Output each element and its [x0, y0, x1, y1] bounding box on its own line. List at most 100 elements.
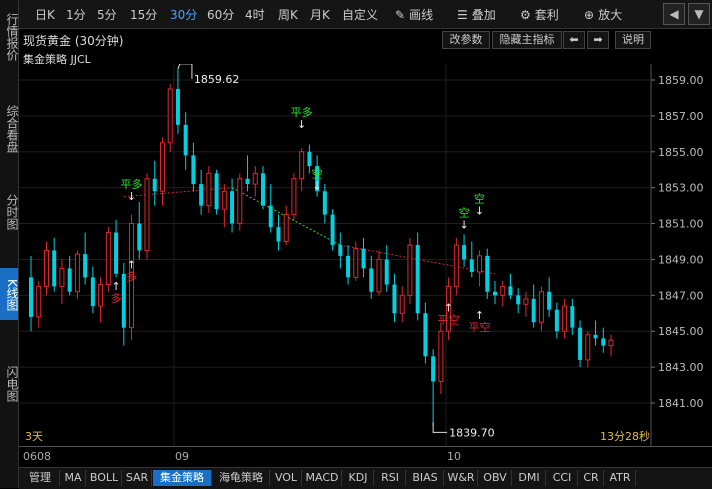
- gear-icon: ⚙: [520, 8, 531, 22]
- modify-params-button[interactable]: 改参数: [442, 31, 490, 49]
- candle-body: [74, 253, 80, 293]
- high-pointer: [177, 64, 193, 79]
- candle-body: [144, 178, 150, 251]
- candle-body: [547, 291, 552, 310]
- candle-body: [601, 338, 606, 346]
- arrow-down-icon: ↓: [459, 219, 468, 232]
- indicator-tab-0[interactable]: 管理: [21, 470, 60, 486]
- low-label: 1839.70: [449, 426, 495, 439]
- sidebar-tab-overview[interactable]: 综合看盘: [0, 98, 19, 160]
- candle-body: [531, 298, 536, 323]
- indicator-tab-6[interactable]: VOL: [271, 470, 302, 486]
- candle-body: [608, 339, 614, 347]
- indicator-tab-12[interactable]: OBV: [479, 470, 512, 486]
- low-pointer: [432, 422, 448, 433]
- days-label: 3天: [25, 430, 43, 443]
- indicator-tab-15[interactable]: CR: [579, 470, 604, 486]
- chevron-down-icon[interactable]: ▼: [688, 3, 710, 25]
- candlestick-chart[interactable]: 1859.00 1857.00 1855.00 1853.00 1851.00 1849.…: [19, 64, 712, 446]
- indicator-tab-9[interactable]: RSI: [375, 470, 406, 486]
- period-60min[interactable]: 60分: [207, 6, 234, 23]
- indicator-tab-16[interactable]: ATR: [605, 470, 636, 486]
- candle-body: [392, 284, 397, 314]
- sidebar-tab-kline[interactable]: K线图: [0, 268, 19, 320]
- indicator-tab-14[interactable]: CCI: [547, 470, 578, 486]
- candle-body: [578, 327, 583, 360]
- x-label-09: 09: [175, 450, 189, 463]
- candle-body: [214, 173, 219, 210]
- period-4h[interactable]: 4时: [245, 6, 265, 23]
- y-tick-label: 1843.00: [658, 361, 704, 374]
- indicator-tab-1[interactable]: MA: [61, 470, 86, 486]
- x-label-0608: 0608: [23, 450, 51, 463]
- chart-title: 现货黄金 (30分钟): [23, 34, 124, 48]
- stack-icon: ☰: [457, 8, 468, 22]
- indicator-tab-5[interactable]: 海龟策略: [213, 470, 270, 486]
- y-tick-label: 1857.00: [658, 110, 704, 123]
- period-week[interactable]: 周K: [278, 6, 298, 23]
- indicator-tab-13[interactable]: DMI: [513, 470, 546, 486]
- draw-line-button[interactable]: ✎ 画线: [395, 6, 433, 23]
- candle-body: [431, 356, 436, 382]
- period-month[interactable]: 月K: [310, 6, 330, 23]
- y-tick-label: 1847.00: [658, 289, 704, 302]
- signal-label: 空: [474, 191, 485, 205]
- y-tick-label: 1859.00: [658, 74, 704, 87]
- arbitrage-label: 套利: [534, 8, 559, 22]
- sidebar-tab-timeshare[interactable]: 分时图: [0, 190, 19, 234]
- candle-body: [500, 285, 506, 296]
- indicator-tab-4[interactable]: 集金策略: [153, 470, 212, 486]
- sidebar-tab-quotes[interactable]: 行情报价: [0, 6, 19, 68]
- indicator-tab-10[interactable]: BIAS: [407, 470, 444, 486]
- arbitrage-button[interactable]: ⚙ 套利: [520, 6, 559, 23]
- sidebar-tab-flash[interactable]: 闪电图: [0, 362, 19, 406]
- candle-body: [585, 334, 591, 361]
- arrow-down-icon: ↓: [313, 179, 322, 192]
- indicator-tab-11[interactable]: W&R: [445, 470, 478, 486]
- arrow-left-icon[interactable]: ⬅: [563, 31, 585, 49]
- candle-body: [361, 248, 366, 269]
- period-5min[interactable]: 5分: [97, 6, 117, 23]
- candle-body: [52, 250, 57, 287]
- period-day[interactable]: 日K: [35, 6, 55, 23]
- indicator-tab-8[interactable]: KDJ: [343, 470, 374, 486]
- candle-body: [137, 223, 142, 251]
- period-30min[interactable]: 30分: [170, 6, 197, 23]
- candle-body: [291, 178, 297, 216]
- signal-label: 多: [126, 270, 137, 284]
- candle-body: [554, 309, 559, 332]
- y-tick-label: 1855.00: [658, 146, 704, 159]
- period-custom[interactable]: 自定义: [342, 6, 378, 23]
- candle-body: [43, 249, 49, 287]
- period-toolbar: 日K 1分 5分 15分 30分 60分 4时 周K 月K 自定义 ✎ 画线 ☰ 叠…: [19, 0, 712, 29]
- indicator-tab-7[interactable]: MACD: [303, 470, 342, 486]
- chart-titlebar: 现货黄金 (30分钟) 改参数 隐藏主指标 ⬅ ➡ 说明: [19, 29, 712, 49]
- hide-indicator-button[interactable]: 隐藏主指标: [492, 31, 562, 49]
- candle-body: [199, 184, 204, 206]
- signal-label: 空: [312, 166, 323, 180]
- candle-body: [252, 172, 258, 185]
- candle-body: [183, 124, 188, 156]
- x-label-10: 10: [447, 450, 461, 463]
- indicator-tab-3[interactable]: SAR: [123, 470, 152, 486]
- period-15min[interactable]: 15分: [130, 6, 157, 23]
- arrow-right-icon[interactable]: ➡: [587, 31, 609, 49]
- candle-body: [353, 248, 359, 278]
- candle-body: [407, 244, 413, 296]
- candle-body: [276, 227, 281, 242]
- period-1min[interactable]: 1分: [66, 6, 86, 23]
- candle-body: [29, 277, 33, 317]
- candle-body: [415, 245, 420, 314]
- help-button[interactable]: 说明: [615, 31, 651, 49]
- candle-body: [399, 294, 405, 314]
- zoom-button[interactable]: ⊕ 放大: [584, 6, 622, 23]
- candle-body: [570, 306, 575, 328]
- overlay-button[interactable]: ☰ 叠加: [457, 6, 496, 23]
- signal-label: 空: [459, 206, 470, 220]
- indicator-tab-2[interactable]: BOLL: [87, 470, 122, 486]
- scroll-left-icon[interactable]: ◀: [663, 3, 685, 25]
- candle-body: [83, 254, 88, 278]
- candle-body: [477, 255, 483, 273]
- candle-body: [376, 258, 382, 293]
- candle-body: [438, 330, 444, 382]
